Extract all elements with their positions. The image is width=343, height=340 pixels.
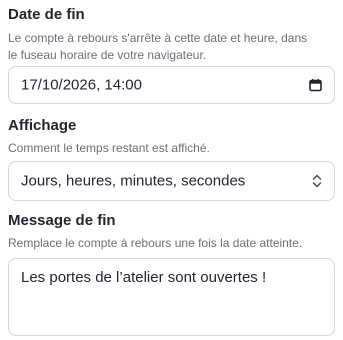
end-date-value: 17/10/2026, 14:00 <box>21 76 142 94</box>
calendar-icon[interactable] <box>309 79 322 92</box>
end-date-input[interactable]: 17/10/2026, 14:00 <box>8 66 335 104</box>
end-message-help: Remplace le compte à rebours une fois la… <box>8 236 303 250</box>
end-message-value: Les portes de l’atelier sont ouvertes ! <box>21 269 267 286</box>
end-date-section: Date de fin Le compte à rebours s'arrête… <box>8 6 308 64</box>
end-message-label: Message de fin <box>8 212 116 229</box>
chevron-up-down-icon <box>312 174 322 188</box>
display-section: Affichage Comment le temps restant est a… <box>8 117 210 157</box>
end-message-section: Message de fin Remplace le compte à rebo… <box>8 212 302 252</box>
display-select[interactable]: Jours, heures, minutes, secondes <box>8 161 335 201</box>
end-date-label: Date de fin <box>8 6 85 23</box>
end-date-help: Le compte à rebours s'arrête à cette dat… <box>8 31 308 62</box>
display-help: Comment le temps restant est affiché. <box>8 141 210 155</box>
display-label: Affichage <box>8 117 77 134</box>
end-message-textarea[interactable]: Les portes de l’atelier sont ouvertes ! <box>8 258 335 336</box>
display-selected-value: Jours, heures, minutes, secondes <box>21 172 246 190</box>
